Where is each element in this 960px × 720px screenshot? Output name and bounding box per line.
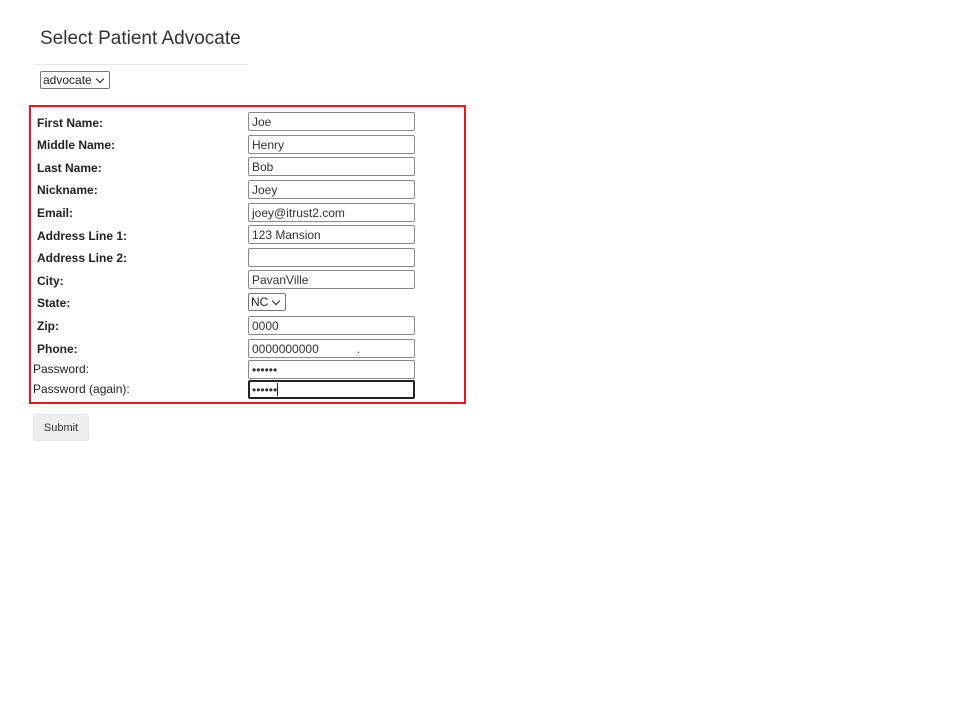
chevron-down-icon [272, 296, 281, 305]
password-again-label: Password (again): [33, 382, 130, 396]
page-title: Select Patient Advocate [40, 28, 241, 49]
city-input[interactable]: PavanVille [248, 270, 415, 289]
state-select[interactable]: NC [248, 293, 287, 311]
middle-name-input[interactable]: Henry [248, 135, 415, 154]
address-line-1-label: Address Line 1: [37, 229, 128, 243]
last-name-input[interactable]: Bob [248, 157, 415, 176]
address-line-1-input[interactable]: 123 Mansion [248, 225, 415, 244]
state-label: State: [37, 296, 71, 310]
phone-value: 0000000000 [252, 341, 319, 356]
password-input[interactable]: •••••• [248, 360, 415, 379]
password-masked-value: •••••• [252, 362, 278, 377]
title-divider [34, 64, 248, 65]
page: Select Patient Advocate advocate First N… [0, 0, 960, 720]
last-name-value: Bob [252, 159, 274, 174]
middle-name-value: Henry [252, 137, 285, 152]
last-name-label: Last Name: [37, 161, 102, 175]
password-again-input[interactable]: •••••• [248, 380, 415, 399]
nickname-label: Nickname: [37, 183, 98, 197]
email-value: joey@itrust2.com [252, 205, 345, 220]
phone-stray-mark: . [356, 341, 361, 356]
email-input[interactable]: joey@itrust2.com [248, 203, 415, 222]
advocate-select-value: advocate [43, 73, 92, 87]
advocate-select[interactable]: advocate [40, 71, 110, 89]
middle-name-label: Middle Name: [37, 138, 116, 152]
state-select-value: NC [251, 295, 269, 309]
nickname-value: Joey [252, 182, 278, 197]
nickname-input[interactable]: Joey [248, 180, 415, 199]
city-label: City: [37, 274, 64, 288]
email-label: Email: [37, 206, 74, 220]
address-line-2-label: Address Line 2: [37, 251, 128, 265]
first-name-label: First Name: [37, 116, 104, 130]
city-value: PavanVille [252, 272, 309, 287]
address-line-2-input[interactable] [248, 248, 415, 267]
password-again-masked-value: •••••• [252, 382, 278, 397]
password-label: Password: [33, 362, 90, 376]
first-name-value: Joe [252, 114, 272, 129]
phone-label: Phone: [37, 342, 78, 356]
zip-value: 0000 [252, 318, 279, 333]
zip-label: Zip: [37, 319, 59, 333]
first-name-input[interactable]: Joe [248, 112, 415, 131]
submit-button[interactable]: Submit [33, 414, 89, 441]
text-caret [277, 383, 279, 396]
phone-input[interactable]: 0000000000 . [248, 339, 415, 358]
zip-input[interactable]: 0000 [248, 316, 415, 335]
address-line-1-value: 123 Mansion [252, 227, 321, 242]
chevron-down-icon [95, 74, 104, 83]
